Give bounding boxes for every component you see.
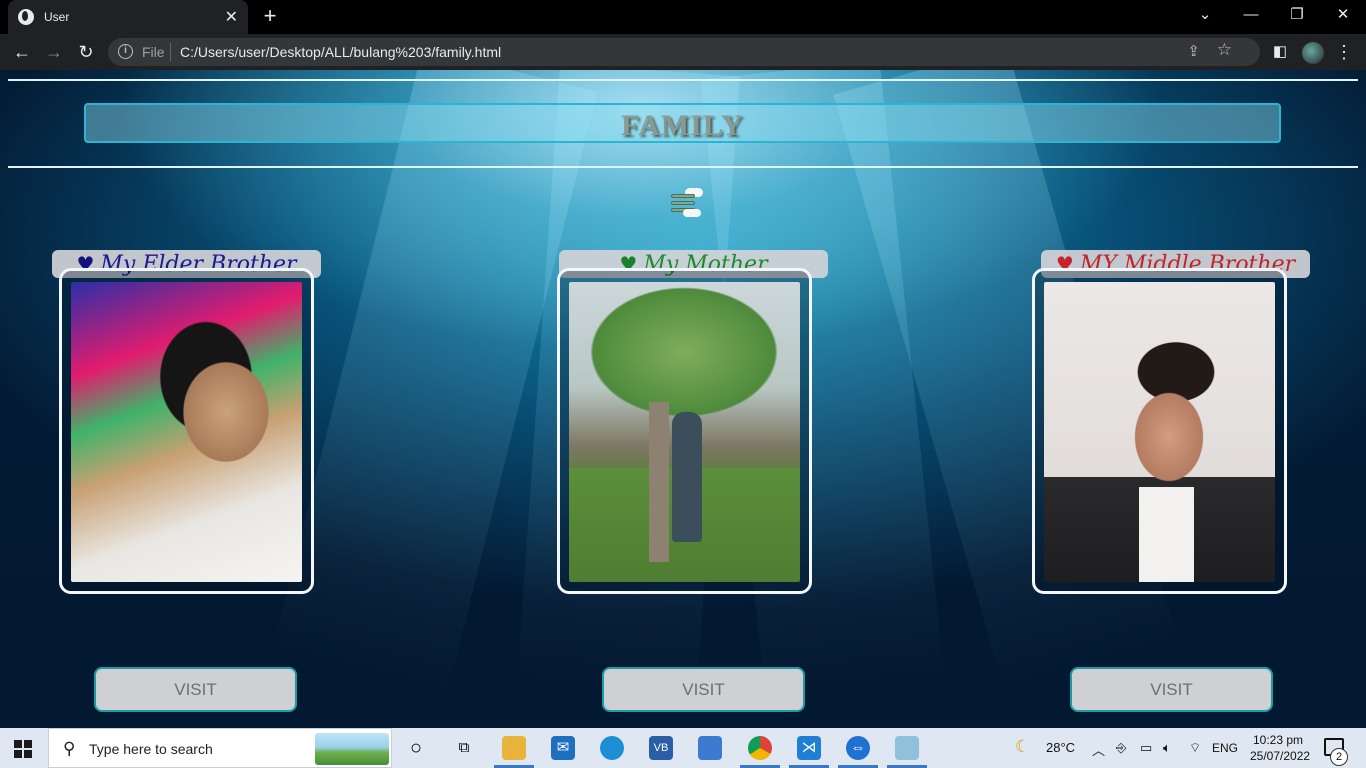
bookmark-star-icon[interactable]: ☆	[1217, 40, 1232, 60]
app-notes-icon[interactable]	[895, 736, 919, 760]
task-view-icon[interactable]: ⧉	[452, 736, 476, 760]
share-icon[interactable]: ⇪	[1187, 42, 1200, 60]
restore-button[interactable]: ❐	[1274, 0, 1320, 30]
globe-icon	[18, 9, 34, 25]
battery-icon[interactable]: ▭	[1140, 740, 1152, 756]
clock[interactable]: 10:23 pm 25/07/2022	[1250, 732, 1311, 764]
bottom-divider	[8, 166, 1358, 168]
start-pane	[14, 750, 22, 758]
start-pane	[24, 750, 32, 758]
taskbar-search[interactable]: ⚲ Type here to search	[48, 728, 392, 768]
language-indicator[interactable]: ENG	[1212, 741, 1238, 755]
new-tab-button[interactable]: +	[259, 4, 281, 28]
clock-date: 25/07/2022	[1250, 749, 1311, 763]
moon-cloud-icon[interactable]: ☾	[1015, 737, 1030, 757]
search-placeholder: Type here to search	[89, 741, 213, 757]
app-vb-icon[interactable]: VB	[649, 736, 673, 760]
reload-icon[interactable]: ↻	[74, 40, 98, 64]
visit-elder-brother-button[interactable]: VISIT	[94, 667, 297, 712]
profile-avatar[interactable]	[1302, 42, 1324, 64]
mail-icon[interactable]: ✉	[551, 736, 575, 760]
weather-temperature[interactable]: 28°C	[1046, 740, 1075, 755]
page-viewport: FAMILY ♥ My Elder Brother VISIT ♥ My Mothe…	[0, 70, 1366, 728]
app-window-icon[interactable]	[698, 736, 722, 760]
address-url[interactable]: C:/Users/user/Desktop/ALL/bulang%203/fam…	[180, 44, 501, 60]
meet-now-icon[interactable]: ⎆	[1116, 740, 1126, 756]
tray-expand-icon[interactable]: ︿	[1092, 740, 1105, 759]
minimize-button[interactable]: —	[1228, 0, 1274, 30]
forward-icon[interactable]: →	[42, 40, 66, 64]
menu-bar	[671, 201, 695, 205]
elder-brother-photo	[71, 282, 302, 582]
windows-start-icon[interactable]	[14, 740, 32, 758]
edge-icon[interactable]	[600, 736, 624, 760]
top-divider	[8, 79, 1358, 81]
browser-menu-icon[interactable]: ⋮	[1332, 40, 1356, 64]
middle-brother-photo	[1044, 282, 1275, 582]
browser-tab[interactable]: User ✕	[8, 0, 248, 34]
hamburger-cloud-icon[interactable]	[669, 185, 705, 219]
chrome-icon[interactable]	[748, 736, 772, 760]
start-pane	[24, 740, 32, 748]
cloud-shape	[683, 209, 701, 217]
browser-tab-strip: User ✕ + ⌄ — ❐ ✕	[0, 0, 1366, 34]
mother-card	[557, 268, 812, 594]
tab-title: User	[44, 10, 70, 24]
elder-brother-card	[59, 268, 314, 594]
wifi-icon[interactable]: ⌔	[1189, 740, 1201, 756]
notification-count-badge: 2	[1330, 748, 1348, 766]
page-title: FAMILY	[621, 109, 744, 142]
close-window-button[interactable]: ✕	[1320, 0, 1366, 30]
browser-toolbar: ← → ↻ i File C:/Users/user/Desktop/ALL/b…	[0, 34, 1366, 70]
visit-mother-button[interactable]: VISIT	[602, 667, 805, 712]
vscode-icon[interactable]: ⋊	[797, 736, 821, 760]
clock-time: 10:23 pm	[1252, 733, 1304, 747]
address-bar[interactable]: i File C:/Users/user/Desktop/ALL/bulang%…	[108, 38, 1260, 66]
mother-photo	[569, 282, 800, 582]
back-icon[interactable]: ←	[10, 40, 34, 64]
address-scheme: File	[142, 44, 165, 60]
teamviewer-icon[interactable]: ⇔	[846, 736, 870, 760]
side-panel-icon[interactable]: ◧	[1268, 40, 1292, 64]
search-highlight-image	[315, 733, 389, 765]
tab-search-icon[interactable]: ⌄	[1182, 0, 1228, 30]
visit-middle-brother-button[interactable]: VISIT	[1070, 667, 1273, 712]
close-tab-icon[interactable]: ✕	[225, 7, 238, 27]
start-pane	[14, 740, 22, 748]
file-explorer-icon[interactable]	[502, 736, 526, 760]
address-separator	[170, 43, 171, 61]
menu-bar	[671, 194, 695, 198]
volume-icon[interactable]: 🔈︎	[1163, 740, 1171, 756]
cortana-icon[interactable]: ○	[404, 736, 428, 760]
site-info-icon[interactable]: i	[118, 44, 133, 59]
search-icon: ⚲	[63, 739, 76, 758]
windows-taskbar: ⚲ Type here to search ○ ⧉ ✉ VB ⋊ ⇔ ☾ 28°…	[0, 728, 1366, 768]
middle-brother-card	[1032, 268, 1287, 594]
family-banner: FAMILY	[84, 103, 1281, 143]
